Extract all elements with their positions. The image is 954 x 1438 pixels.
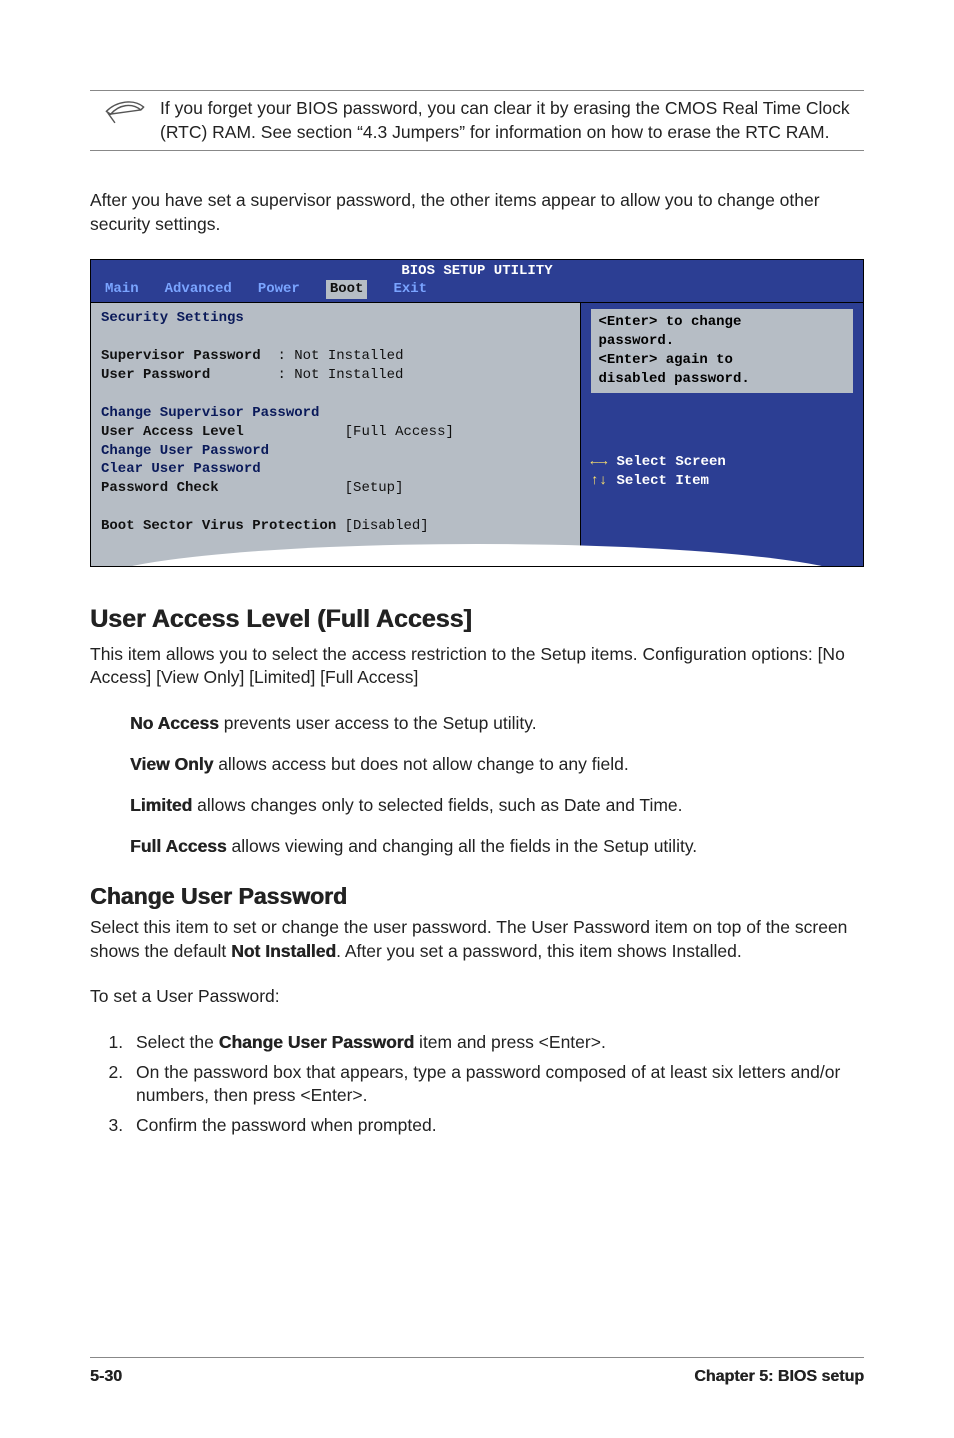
bios-right-pane: <Enter> to change password. <Enter> agai… [581,302,863,566]
bios-screenshot: BIOS SETUP UTILITY Main Advanced Power B… [90,259,864,567]
bios-tab-main[interactable]: Main [105,280,139,299]
arrows-lr-icon: ←→ [591,453,617,472]
row-supervisor: Supervisor Password : Not Installed [101,348,403,364]
cup-step-3: Confirm the password when prompted. [128,1114,864,1138]
bios-tab-boot[interactable]: Boot [326,280,368,299]
row-password-check[interactable]: Password Check [Setup] [101,480,403,496]
page-footer: 5-30 Chapter 5: BIOS setup [90,1357,864,1388]
ual-description: This item allows you to select the acces… [90,643,864,690]
ual-opt-full-access: Full Access allows viewing and changing … [130,835,864,859]
row-user: User Password : Not Installed [101,367,403,383]
chapter-label: Chapter 5: BIOS setup [694,1366,864,1388]
heading-user-access-level: User Access Level (Full Access] [90,603,864,637]
note-text: If you forget your BIOS password, you ca… [160,97,864,144]
bios-left-pane: Security Settings Supervisor Password : … [91,302,581,566]
bios-help-text: <Enter> to change password. <Enter> agai… [591,309,853,393]
ual-opt-limited: Limited allows changes only to selected … [130,794,864,818]
arrows-ud-icon: ↑↓ [591,472,617,491]
row-boot-sector[interactable]: Boot Sector Virus Protection [Disabled] [101,518,429,534]
row-clear-user[interactable]: Clear User Password [101,461,261,477]
cup-step-2: On the password box that appears, type a… [128,1061,864,1108]
cup-paragraph-2: To set a User Password: [90,985,864,1009]
intro-paragraph: After you have set a supervisor password… [90,189,864,236]
bios-tab-advanced[interactable]: Advanced [165,280,232,299]
bios-tab-power[interactable]: Power [258,280,300,299]
row-user-access-level[interactable]: User Access Level [Full Access] [101,424,454,440]
bios-nav-keys: ←→Select Screen ↑↓Select Item [591,453,853,491]
ual-opt-no-access: No Access prevents user access to the Se… [130,712,864,736]
row-change-supervisor[interactable]: Change Supervisor Password [101,405,319,421]
note-callout: If you forget your BIOS password, you ca… [90,90,864,151]
note-icon [90,97,160,143]
cup-step-1: Select the Change User Password item and… [128,1031,864,1055]
page-number: 5-30 [90,1366,122,1388]
bios-tab-bar: Main Advanced Power Boot Exit [91,280,863,302]
heading-change-user-password: Change User Password [90,881,864,912]
cup-paragraph-1: Select this item to set or change the us… [90,916,864,963]
ual-opt-view-only: View Only allows access but does not all… [130,753,864,777]
bios-title: BIOS SETUP UTILITY [91,260,863,281]
row-change-user[interactable]: Change User Password [101,443,269,459]
bios-section-title: Security Settings [101,310,244,326]
cup-steps: Select the Change User Password item and… [90,1031,864,1138]
bios-tab-exit[interactable]: Exit [393,280,427,299]
